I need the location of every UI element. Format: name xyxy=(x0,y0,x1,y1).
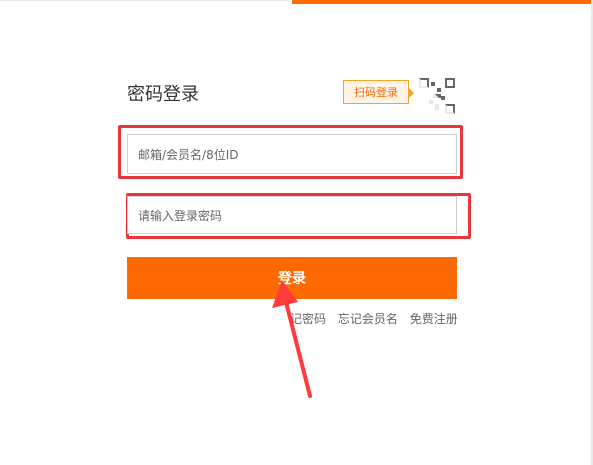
qr-code-icon[interactable] xyxy=(417,76,457,116)
forgot-username-link[interactable]: 忘记会员名 xyxy=(338,312,398,326)
qr-login-tip[interactable]: 扫码登录 xyxy=(343,80,414,104)
password-input[interactable]: 请输入登录密码 xyxy=(127,196,457,234)
register-link[interactable]: 免费注册 xyxy=(410,312,458,326)
top-divider xyxy=(0,0,290,1)
username-placeholder: 邮箱/会员名/8位ID xyxy=(138,147,239,162)
username-input[interactable]: 邮箱/会员名/8位ID xyxy=(127,134,457,174)
annotation-arrow xyxy=(272,280,312,398)
active-tab-indicator xyxy=(292,0,593,4)
login-title: 密码登录 xyxy=(127,84,199,105)
password-placeholder: 请输入登录密码 xyxy=(138,208,223,223)
